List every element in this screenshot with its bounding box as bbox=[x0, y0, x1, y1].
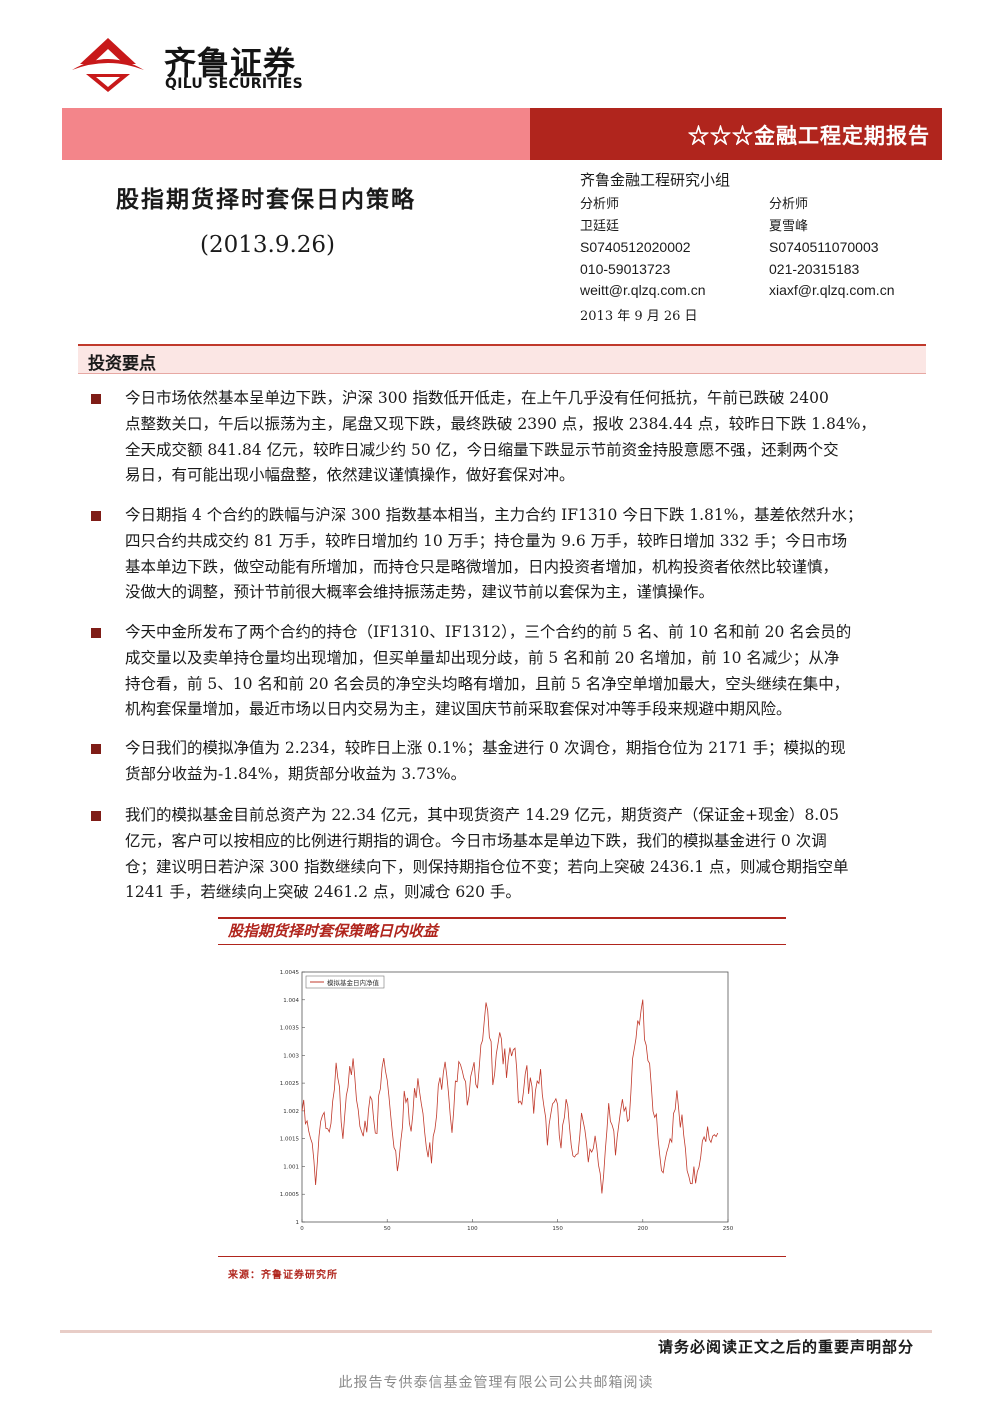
paragraph: 我们的模拟基金目前总资产为 22.34 亿元，其中现货资产 14.29 亿元，期… bbox=[125, 803, 916, 906]
y-tick-label: 1.0025 bbox=[280, 1081, 300, 1087]
banner-dark-block: ☆☆☆金融工程定期报告 bbox=[530, 108, 942, 160]
analyst-role: 分析师 bbox=[580, 197, 620, 212]
y-tick-label: 1.004 bbox=[283, 998, 299, 1004]
paragraph-line: 今日市场依然基本呈单边下跌，沪深 300 指数低开低走，在上午几乎没有任何抵抗，… bbox=[125, 389, 829, 407]
paragraph-line: 易日，有可能出现小幅盘整，依然建议谨慎操作，做好套保对冲。 bbox=[125, 466, 575, 485]
analyst-cert: S0740511070003 bbox=[769, 239, 879, 255]
paragraph-line: 亿元，客户可以按相应的比例进行期指的调仓。今日市场基本是单边下跌，我们的模拟基金… bbox=[125, 831, 827, 850]
y-tick-label: 1 bbox=[296, 1220, 300, 1226]
report-type-label: ☆☆☆金融工程定期报告 bbox=[688, 123, 930, 148]
y-tick-label: 1.003 bbox=[283, 1053, 299, 1059]
paragraph-line: 仓；建议明日若沪深 300 指数继续向下，则保持期指仓位不变；若向上突破 243… bbox=[125, 857, 849, 876]
paragraph-line: 我们的模拟基金目前总资产为 22.34 亿元，其中现货资产 14.29 亿元，期… bbox=[125, 806, 839, 824]
qilu-logo-icon bbox=[72, 38, 144, 92]
analyst-role: 分析师 bbox=[769, 197, 809, 212]
y-tick-label: 1.002 bbox=[283, 1109, 299, 1115]
chart-top-rule bbox=[218, 917, 786, 919]
section-title: 投资要点 bbox=[88, 354, 156, 374]
paragraph-line: 今日期指 4 个合约的跌幅与沪深 300 指数基本相当，主力合约 IF1310 … bbox=[125, 506, 863, 524]
logo-english-name: QILU SECURITIES bbox=[165, 76, 303, 92]
analyst-name: 夏雪峰 bbox=[769, 218, 809, 234]
paragraph-line: 1241 手，若继续向上突破 2461.2 点，则减仓 620 手。 bbox=[125, 883, 521, 902]
legend-label: 模拟基金日内净值 bbox=[327, 978, 380, 987]
paragraph-line: 机构套保量增加，最近市场以日内交易为主，建议国庆节前采取套保对冲等手段来规避中期… bbox=[125, 700, 792, 719]
chart-legend: 模拟基金日内净值 bbox=[305, 975, 385, 989]
chart-title: 股指期货择时套保策略日内收益 bbox=[228, 922, 439, 940]
analyst-card: 分析师 卫廷廷 S0740512020002 010-59013723 weit… bbox=[580, 194, 705, 302]
chart-bottom-rule bbox=[218, 1256, 786, 1257]
analyst-cert: S0740512020002 bbox=[580, 239, 691, 255]
paragraph-line: 今天中金所发布了两个合约的持仓（IF1310、IF1312），三个合约的前 5 … bbox=[125, 623, 852, 641]
report-date: (2013.9.26) bbox=[200, 232, 336, 258]
x-tick-label: 0 bbox=[300, 1226, 304, 1232]
research-team: 齐鲁金融工程研究小组 bbox=[580, 171, 731, 189]
paragraph-line: 没做大的调整，预计节前很大概率会维持振荡走势，建议节前以套保为主，谨慎操作。 bbox=[125, 583, 715, 602]
bullet-square-icon bbox=[91, 811, 101, 821]
publish-date: 2013 年 9 月 26 日 bbox=[580, 309, 698, 324]
analyst-email[interactable]: xiaxf@r.qlzq.com.cn bbox=[769, 280, 894, 302]
analyst-phone: 021-20315183 bbox=[769, 260, 860, 277]
section-heading: 投资要点 bbox=[78, 344, 926, 374]
paragraph: 今日期指 4 个合约的跌幅与沪深 300 指数基本相当，主力合约 IF1310 … bbox=[125, 503, 916, 606]
paragraph: 今日我们的模拟净值为 2.234，较昨日上涨 0.1%；基金进行 0 次调仓，期… bbox=[125, 736, 916, 788]
y-tick-label: 1.0035 bbox=[280, 1026, 300, 1032]
paragraph-line: 基本单边下跌，做空动能有所增加，而持仓只是略微增加，日内投资者增加，机构投资者依… bbox=[125, 557, 839, 576]
disclaimer-notice: 请务必阅读正文之后的重要声明部分 bbox=[657, 1338, 914, 1356]
paragraph-line: 点整数关口，午后以振荡为主，尾盘又现下跌，最终跌破 2390 点，报收 2384… bbox=[125, 414, 876, 433]
paragraph: 今天中金所发布了两个合约的持仓（IF1310、IF1312），三个合约的前 5 … bbox=[125, 620, 916, 723]
bullet-square-icon bbox=[91, 511, 101, 521]
analyst-phone: 010-59013723 bbox=[580, 260, 671, 277]
paragraph-line: 今日我们的模拟净值为 2.234，较昨日上涨 0.1%；基金进行 0 次调仓，期… bbox=[125, 739, 846, 757]
x-tick-label: 100 bbox=[467, 1226, 478, 1232]
footer-rule bbox=[60, 1330, 932, 1333]
paragraph-line: 持仓看，前 5、10 名和前 20 名会员的净空头均略有增加，且前 5 名净空单… bbox=[125, 674, 850, 693]
report-title: 股指期货择时套保日内策略 bbox=[116, 186, 416, 213]
chart-source: 来源：齐鲁证券研究所 bbox=[228, 1270, 338, 1281]
paragraph: 今日市场依然基本呈单边下跌，沪深 300 指数低开低走，在上午几乎没有任何抵抗，… bbox=[125, 386, 916, 489]
analyst-card: 分析师 夏雪峰 S0740511070003 021-20315183 xiax… bbox=[769, 194, 894, 302]
bullet-square-icon bbox=[91, 394, 101, 404]
bullet-square-icon bbox=[91, 744, 101, 754]
plot-area bbox=[301, 971, 729, 1223]
paragraph-line: 成交量以及卖单持仓量均出现增加，但买单量却出现分歧，前 5 名和前 20 名增加… bbox=[125, 648, 840, 667]
paragraph-line: 货部分收益为-1.84%，期货部分收益为 3.73%。 bbox=[125, 764, 467, 783]
watermark-text: 此报告专供泰信基金管理有限公司公共邮箱阅读 bbox=[338, 1375, 654, 1391]
x-tick-label: 150 bbox=[552, 1226, 563, 1232]
y-tick-label: 1.0045 bbox=[280, 970, 300, 976]
y-tick-label: 1.0005 bbox=[280, 1192, 300, 1198]
x-tick-label: 50 bbox=[384, 1226, 391, 1232]
x-tick-label: 200 bbox=[638, 1226, 649, 1232]
analyst-email[interactable]: weitt@r.qlzq.com.cn bbox=[580, 280, 705, 302]
bullet-square-icon bbox=[91, 628, 101, 638]
header-banner: ☆☆☆金融工程定期报告 bbox=[62, 108, 942, 160]
y-tick-label: 1.0015 bbox=[280, 1137, 300, 1143]
intraday-nav-chart: 1 1.0005 1.001 1.0015 1.002 1.0025 1.003 1.0035… bbox=[270, 962, 740, 1234]
x-tick-label: 250 bbox=[723, 1226, 734, 1232]
paragraph-line: 全天成交额 841.84 亿元，较昨日减少约 50 亿，今日缩量下跌显示节前资金… bbox=[125, 440, 839, 459]
paragraph-line: 四只合约共成交约 81 万手，较昨日增加约 10 万手；持仓量为 9.6 万手，… bbox=[125, 531, 848, 550]
chart-title-rule bbox=[218, 944, 786, 945]
analyst-name: 卫廷廷 bbox=[580, 218, 620, 234]
y-tick-label: 1.001 bbox=[283, 1164, 299, 1170]
company-logo: 齐鲁证券 QILU SECURITIES bbox=[68, 34, 328, 98]
